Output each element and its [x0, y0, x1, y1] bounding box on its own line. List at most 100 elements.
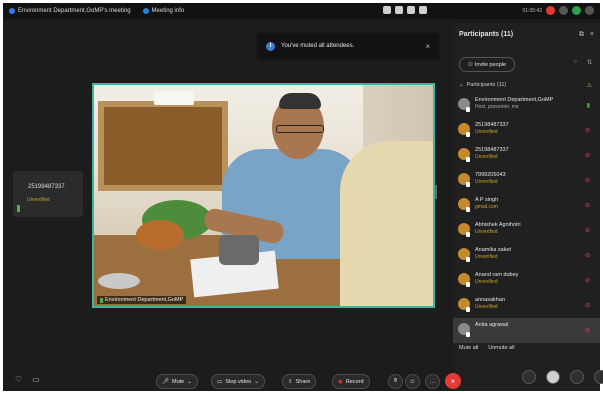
phone-icon [466, 282, 470, 287]
close-icon: × [450, 376, 456, 386]
panel-header-icons: ⧉ × [579, 31, 594, 39]
participant-row[interactable]: Abhishek Agnihotri Unverified ⊘ [453, 218, 600, 243]
more-panel-icon[interactable] [594, 370, 603, 384]
close-icon[interactable]: × [425, 42, 430, 51]
participants-section-header[interactable]: ⌄ Participants (11) [459, 82, 506, 88]
mic-muted-icon[interactable]: ⊘ [585, 277, 590, 284]
participant-row[interactable]: Environment Department,GoMP Host, present… [453, 93, 600, 118]
share-label: Share [295, 378, 311, 385]
resize-handle[interactable] [435, 185, 437, 199]
meeting-info-label: Meeting info [151, 8, 185, 14]
video-person-glasses [276, 125, 324, 133]
phone-icon [466, 182, 470, 187]
muted-toast: i You've muted all attendees. × [258, 34, 438, 58]
mute-button[interactable]: 🎤︎ Mute ⌄ [156, 374, 198, 389]
chevron-down-icon: ⌄ [254, 378, 259, 385]
sort-icon[interactable]: ⇅ [587, 59, 592, 66]
panel-footer: Mute all Unmute all [459, 345, 515, 351]
meeting-tab[interactable]: Environment Department,GoMP's meeting [9, 8, 131, 14]
video-label-text: Environment Department,GoMP [105, 297, 184, 303]
participant-subtitle: Host, presenter, me [475, 104, 519, 110]
mic-muted-icon[interactable]: ⊘ [585, 152, 590, 159]
titlebar-tools [383, 6, 427, 14]
stop-video-button[interactable]: ▭ Stop video ⌄ [211, 374, 265, 389]
record-icon: ◉ [338, 378, 343, 385]
minimize-icon[interactable] [559, 6, 568, 15]
participant-subtitle: gmail.com [475, 204, 498, 210]
active-speaker-video[interactable]: Environment Department,GoMP [92, 83, 435, 308]
participant-row[interactable]: annasakhan Unverified ⊘ [453, 293, 600, 318]
invite-label: Invite people [474, 61, 507, 68]
participant-thumbnail[interactable]: 25198487337 Unverified [13, 171, 83, 217]
more-options-button[interactable]: … [425, 374, 440, 389]
thumbnail-name: 25198487337 [28, 184, 65, 190]
mic-muted-icon[interactable]: ⊘ [585, 302, 590, 309]
participants-list: Environment Department,GoMP Host, present… [453, 93, 600, 343]
participants-panel: Participants (11) ⧉ × ⚇ Invite people ○ … [453, 23, 600, 391]
mic-muted-icon[interactable]: ⊘ [585, 127, 590, 134]
leave-meeting-button[interactable]: × [445, 373, 461, 389]
phone-icon [466, 107, 470, 112]
chevron-down-icon: ⌄ [187, 378, 192, 385]
mute-all-button[interactable]: Mute all [459, 345, 478, 351]
participant-row[interactable]: 7999205043 Unverified ⊘ [453, 168, 600, 193]
video-pot [219, 235, 259, 265]
search-icon[interactable]: ○ [573, 59, 577, 66]
participant-row[interactable]: Anita agrawal ⊘ [453, 318, 600, 343]
video-bowl [98, 273, 140, 289]
participant-row[interactable]: 25198487337 Unverified ⊘ [453, 143, 600, 168]
captions-icon[interactable]: ▭ [32, 375, 40, 384]
bottom-right-icons [522, 370, 603, 384]
participant-subtitle: Unverified [475, 254, 498, 260]
window-close-icon[interactable] [585, 6, 594, 15]
info-circle-icon: i [266, 41, 275, 51]
window-controls: 01:05:42 [523, 6, 594, 15]
mic-muted-icon[interactable]: ⊘ [585, 327, 590, 334]
reaction-icon[interactable]: ♡ [15, 375, 22, 384]
record-button[interactable]: ◉ Record [332, 374, 370, 389]
mic-muted-icon[interactable]: ⊘ [585, 177, 590, 184]
participant-name: 25198487337 [475, 147, 509, 153]
hand-raise-button[interactable]: ✋︎ [388, 374, 403, 389]
participant-name: A P singh [475, 197, 499, 203]
video-name-label: Environment Department,GoMP [97, 296, 187, 304]
info-icon [142, 8, 149, 14]
mic-on-icon[interactable]: ▮ [587, 102, 590, 109]
apps-icon[interactable] [522, 370, 536, 384]
mic-icon [100, 297, 103, 303]
bottom-left-tools: ♡ ▭ [15, 375, 40, 384]
meeting-info-tab[interactable]: Meeting info [142, 8, 185, 14]
participant-row[interactable]: A P singh gmail.com ⊘ [453, 193, 600, 218]
layout-button-icon[interactable] [572, 6, 581, 15]
screen-icon[interactable] [395, 6, 403, 14]
participants-icon[interactable] [546, 370, 560, 384]
participant-row[interactable]: Anamika saket Unverified ⊘ [453, 243, 600, 268]
mic-muted-icon[interactable]: ⊘ [585, 252, 590, 259]
phone-icon [466, 132, 470, 137]
mute-label: Mute [171, 378, 185, 385]
participant-row[interactable]: Anand ram dubey Unverified ⊘ [453, 268, 600, 293]
video-basket [136, 220, 184, 250]
mic-muted-icon[interactable]: ⊘ [585, 227, 590, 234]
video-ac-unit [154, 91, 194, 105]
layout-icon[interactable] [407, 6, 415, 14]
participant-subtitle: Unverified [475, 279, 498, 285]
camera-icon[interactable] [383, 6, 391, 14]
chat-icon[interactable] [570, 370, 584, 384]
settings-icon[interactable] [419, 6, 427, 14]
meeting-title: Environment Department,GoMP's meeting [18, 8, 131, 14]
record-label: Record [345, 378, 364, 385]
invite-people-button[interactable]: ⚇ Invite people [459, 57, 515, 72]
emoji-button[interactable]: ☺ [405, 374, 420, 389]
panel-close-icon[interactable]: × [590, 31, 594, 39]
share-button[interactable]: ⇪ Share [282, 374, 317, 389]
participant-row[interactable]: 25198487337 Unverified ⊘ [453, 118, 600, 143]
popout-icon[interactable]: ⧉ [579, 31, 584, 39]
participant-name: Anita agrawal [475, 322, 509, 328]
thumbnail-status: Unverified [27, 197, 50, 203]
participant-name: Anand ram dubey [475, 272, 519, 278]
unmute-all-button[interactable]: Unmute all [488, 345, 514, 351]
hand-icon: ✋︎ [393, 378, 398, 384]
meeting-window: Environment Department,GoMP's meeting Me… [3, 3, 600, 391]
mic-muted-icon[interactable]: ⊘ [585, 202, 590, 209]
